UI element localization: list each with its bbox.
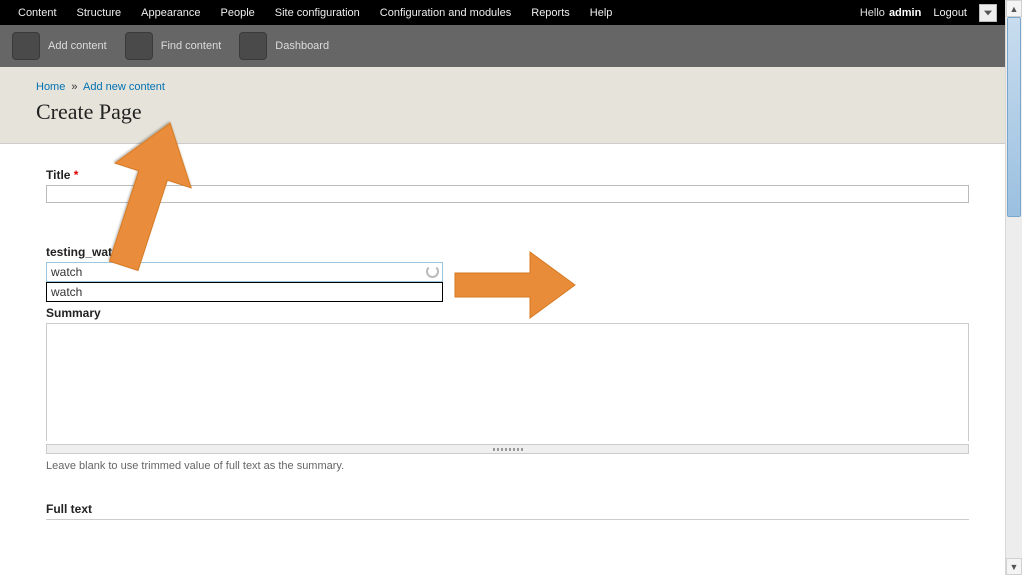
shortcut-toggle[interactable] xyxy=(979,4,997,22)
admin-menu: Content Structure Appearance People Site… xyxy=(8,1,622,25)
required-marker: * xyxy=(74,168,79,182)
summary-textarea[interactable] xyxy=(46,323,969,441)
menu-content[interactable]: Content xyxy=(8,1,67,25)
menu-reports[interactable]: Reports xyxy=(521,1,580,25)
title-label: Title * xyxy=(46,168,969,182)
throbber-icon xyxy=(426,265,439,278)
menu-structure[interactable]: Structure xyxy=(67,1,132,25)
hello-label: Hello xyxy=(860,7,885,19)
summary-description: Leave blank to use trimmed value of full… xyxy=(46,460,969,472)
breadcrumb-add-new-content[interactable]: Add new content xyxy=(83,81,165,93)
user-area: Hello admin Logout xyxy=(860,1,997,25)
main-form: Title * testing_watch watch Summary xyxy=(0,144,1005,575)
breadcrumb-home[interactable]: Home xyxy=(36,81,65,93)
testing-watch-label: testing_watch xyxy=(46,245,969,259)
form-item-fulltext: Full text xyxy=(46,502,969,521)
fulltext-label: Full text xyxy=(46,502,969,516)
menu-appearance[interactable]: Appearance xyxy=(131,1,210,25)
admin-top-bar: Content Structure Appearance People Site… xyxy=(0,0,1005,25)
shortcut-label: Find content xyxy=(161,40,222,52)
fulltext-top-border xyxy=(46,519,969,521)
shortcut-icon xyxy=(125,32,153,60)
scroll-thumb[interactable] xyxy=(1007,17,1021,217)
scroll-down-arrow[interactable]: ▼ xyxy=(1006,558,1022,575)
testing-watch-input[interactable] xyxy=(46,262,443,282)
menu-configuration-modules[interactable]: Configuration and modules xyxy=(370,1,521,25)
title-input[interactable] xyxy=(46,185,969,203)
shortcut-label: Dashboard xyxy=(275,40,329,52)
autocomplete-dropdown: watch xyxy=(46,282,443,302)
breadcrumb-separator: » xyxy=(71,81,77,93)
form-item-testing-watch: testing_watch watch xyxy=(46,245,969,282)
shortcut-label: Add content xyxy=(48,40,107,52)
form-item-title: Title * xyxy=(46,168,969,203)
scroll-up-arrow[interactable]: ▲ xyxy=(1006,0,1022,17)
menu-help[interactable]: Help xyxy=(580,1,623,25)
shortcut-bar: Add content Find content Dashboard xyxy=(0,25,1005,67)
form-item-summary: Summary Leave blank to use trimmed value… xyxy=(46,306,969,472)
autocomplete-wrapper: watch xyxy=(46,262,443,282)
menu-site-configuration[interactable]: Site configuration xyxy=(265,1,370,25)
shortcut-find-content[interactable]: Find content xyxy=(125,32,222,60)
header-region: Home » Add new content Create Page xyxy=(0,67,1005,144)
vertical-scrollbar[interactable]: ▲ ▼ xyxy=(1005,0,1022,575)
summary-label: Summary xyxy=(46,306,969,320)
page-title: Create Page xyxy=(36,99,969,125)
title-label-text: Title xyxy=(46,168,70,182)
chevron-down-icon xyxy=(984,10,992,16)
textarea-resize-grippie[interactable] xyxy=(46,444,969,454)
shortcut-add-content[interactable]: Add content xyxy=(12,32,107,60)
breadcrumb: Home » Add new content xyxy=(36,81,969,93)
scroll-track[interactable] xyxy=(1006,17,1022,558)
autocomplete-option[interactable]: watch xyxy=(47,283,442,301)
logout-link[interactable]: Logout xyxy=(925,1,975,25)
menu-people[interactable]: People xyxy=(211,1,265,25)
shortcut-icon xyxy=(239,32,267,60)
shortcut-dashboard[interactable]: Dashboard xyxy=(239,32,329,60)
shortcut-icon xyxy=(12,32,40,60)
username: admin xyxy=(889,7,921,19)
